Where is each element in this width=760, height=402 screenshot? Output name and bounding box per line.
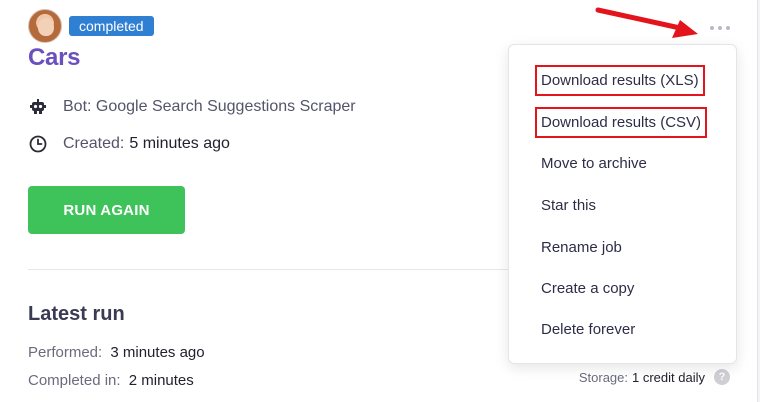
clock-icon — [28, 134, 48, 154]
menu-item-create-copy[interactable]: Create a copy — [541, 280, 634, 297]
menu-item-rename[interactable]: Rename job — [541, 239, 622, 256]
red-arrow-icon — [595, 7, 698, 38]
menu-item-move-to-archive[interactable]: Move to archive — [541, 155, 647, 172]
job-card: completed Cars Bot: Google Search Sugges… — [0, 0, 758, 402]
performed-label: Performed: — [28, 344, 103, 361]
created-label: Created: — [63, 135, 125, 152]
menu-item-star[interactable]: Star this — [541, 197, 596, 214]
menu-item-download-csv[interactable]: Download results (CSV) — [535, 107, 708, 138]
created-row: Created: 5 minutes ago — [28, 134, 230, 154]
menu-item-download-xls[interactable]: Download results (XLS) — [535, 65, 705, 96]
robot-icon — [28, 97, 48, 117]
job-title: Cars — [28, 44, 81, 71]
question-icon[interactable]: ? — [714, 369, 730, 385]
storage-info: Storage: 1 credit daily — [579, 370, 705, 385]
user-avatar — [28, 9, 62, 43]
bot-row: Bot: Google Search Suggestions Scraper — [28, 97, 356, 117]
storage-value: 1 credit daily — [632, 370, 705, 385]
completed-label: Completed in: — [28, 372, 121, 389]
created-value: 5 minutes ago — [129, 135, 230, 152]
job-actions-menu: Download results (XLS) Download results … — [508, 44, 737, 364]
latest-run-title: Latest run — [28, 303, 125, 325]
completed-row: Completed in: 2 minutes — [28, 372, 194, 389]
menu-item-delete-forever[interactable]: Delete forever — [541, 321, 635, 338]
performed-value: 3 minutes ago — [110, 344, 205, 361]
more-horizontal-icon[interactable] — [704, 22, 736, 34]
completed-value: 2 minutes — [128, 372, 194, 389]
performed-row: Performed: 3 minutes ago — [28, 344, 205, 361]
run-again-button[interactable]: RUN AGAIN — [28, 186, 185, 234]
bot-label: Bot: Google Search Suggestions Scraper — [63, 98, 356, 115]
status-badge: completed — [69, 16, 154, 36]
storage-label: Storage: — [578, 370, 629, 385]
